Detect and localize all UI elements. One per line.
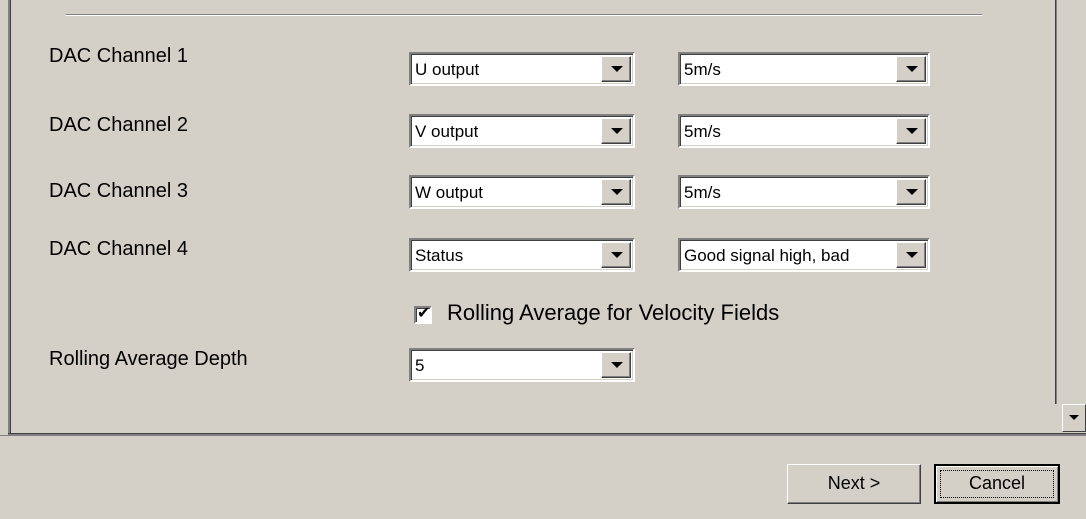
dac-channel-2-range-value: 5m/s — [684, 122, 721, 141]
rolling-average-checkbox[interactable]: ✔ — [414, 305, 432, 324]
next-button-label: Next > — [827, 473, 881, 493]
rolling-average-depth-label: Rolling Average Depth — [49, 348, 248, 370]
settings-panel: DAC Channel 1 U output 5m/s DAC Channel … — [0, 0, 1086, 436]
rolling-average-checkbox-label[interactable]: Rolling Average for Velocity Fields — [447, 300, 779, 326]
dac-channel-4-range-select[interactable]: Good signal high, bad — [678, 238, 930, 272]
dac-channel-1-output-value: U output — [415, 60, 480, 79]
chevron-down-icon[interactable] — [601, 242, 631, 268]
chevron-down-icon[interactable] — [896, 179, 926, 205]
cancel-button-label: Cancel — [968, 473, 1026, 493]
dac-channel-2-output-value: V output — [415, 122, 479, 141]
chevron-down-icon[interactable] — [896, 118, 926, 144]
scroll-down-arrow-icon — [1069, 415, 1079, 420]
dac-channel-3-label: DAC Channel 3 — [49, 180, 188, 202]
checkmark-icon: ✔ — [417, 305, 431, 322]
dac-channel-1-range-value: 5m/s — [684, 60, 721, 79]
panel-left-border — [8, 0, 11, 436]
chevron-down-icon[interactable] — [601, 118, 631, 144]
next-button[interactable]: Next > — [787, 464, 921, 504]
chevron-down-icon[interactable] — [896, 56, 926, 82]
dac-channel-4-range-value: Good signal high, bad — [684, 246, 850, 265]
rolling-average-depth-select[interactable]: 5 — [409, 348, 635, 382]
rolling-average-depth-value: 5 — [415, 356, 425, 375]
dac-channel-3-output-value: W output — [415, 183, 484, 202]
dac-channel-1-label: DAC Channel 1 — [49, 45, 188, 67]
chevron-down-icon[interactable] — [601, 56, 631, 82]
dac-channel-4-output-select[interactable]: Status — [409, 238, 635, 272]
dac-channel-2-output-select[interactable]: V output — [409, 114, 635, 148]
chevron-down-icon[interactable] — [601, 352, 631, 378]
dac-channel-4-output-value: Status — [415, 246, 464, 265]
panel-bottom-border — [8, 433, 1086, 436]
scrollbar-track[interactable] — [1055, 0, 1057, 404]
scroll-down-button[interactable] — [1062, 404, 1086, 432]
chevron-down-icon[interactable] — [896, 242, 926, 268]
dac-channel-3-output-select[interactable]: W output — [409, 175, 635, 209]
chevron-down-icon[interactable] — [601, 179, 631, 205]
dac-channel-4-label: DAC Channel 4 — [49, 238, 188, 260]
cancel-button[interactable]: Cancel — [934, 464, 1060, 504]
separator-line — [66, 14, 982, 16]
dac-channel-2-range-select[interactable]: 5m/s — [678, 114, 930, 148]
dac-channel-3-range-select[interactable]: 5m/s — [678, 175, 930, 209]
dac-channel-3-range-value: 5m/s — [684, 183, 721, 202]
dac-channel-1-output-select[interactable]: U output — [409, 52, 635, 86]
dac-channel-2-label: DAC Channel 2 — [49, 114, 188, 136]
dac-channel-1-range-select[interactable]: 5m/s — [678, 52, 930, 86]
